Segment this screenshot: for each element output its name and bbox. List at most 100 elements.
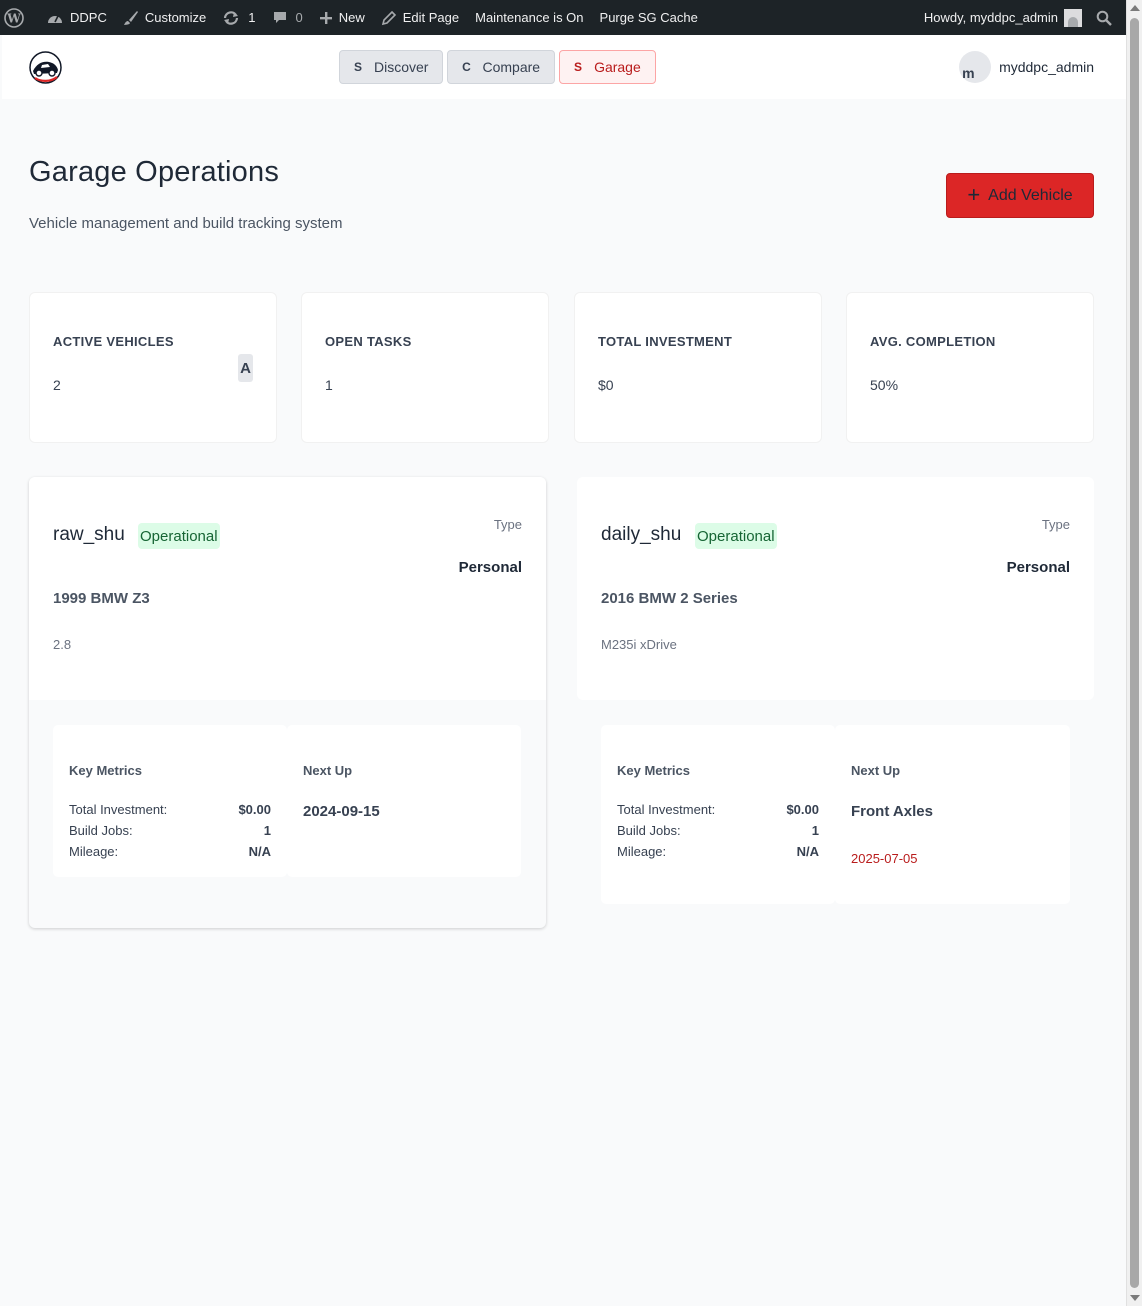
- metric-value: 1: [263, 823, 271, 838]
- vehicle-model: 2016 BMW 2 Series: [601, 590, 738, 607]
- purge-cache-label: Purge SG Cache: [599, 10, 698, 25]
- tab-compare[interactable]: C Compare: [447, 50, 556, 84]
- new-label: New: [338, 10, 365, 25]
- metric-row: Total Investment: $0.00: [617, 802, 819, 823]
- next-up-title: Next Up: [851, 763, 901, 778]
- scroll-down-arrow-icon[interactable]: [1130, 1295, 1140, 1301]
- paintbrush-icon: [123, 10, 138, 25]
- maintenance-link[interactable]: Maintenance is On: [467, 0, 591, 35]
- key-metrics-panel: Key Metrics Total Investment: $0.00 Build…: [53, 725, 287, 877]
- vehicle-type-label: Type: [1041, 517, 1070, 532]
- svg-text:W: W: [6, 11, 21, 25]
- plus-icon: [319, 11, 332, 24]
- stat-chip: A: [238, 354, 253, 382]
- stat-value: 1: [325, 377, 333, 393]
- vehicle-card-header: raw_shu Operational Type Personal 1999 B…: [29, 477, 546, 700]
- edit-page-link[interactable]: Edit Page: [373, 0, 467, 35]
- add-vehicle-button[interactable]: + Add Vehicle: [946, 173, 1094, 218]
- page-scrollbar[interactable]: [1126, 0, 1142, 1306]
- search-icon: [1096, 10, 1112, 26]
- next-up-panel: Next Up 2024-09-15: [287, 725, 521, 877]
- garage-tab-label: Garage: [594, 59, 641, 75]
- purge-cache-link[interactable]: Purge SG Cache: [592, 0, 706, 35]
- updates-icon: [224, 10, 239, 25]
- status-badge: Operational: [138, 523, 220, 549]
- metric-label: Build Jobs:: [69, 823, 133, 838]
- customize-link[interactable]: Customize: [115, 0, 214, 35]
- key-metrics-list: Total Investment: $0.00 Build Jobs: 1 Mile…: [69, 802, 271, 865]
- updates-count: 1: [248, 10, 256, 25]
- vehicle-trim: M235i xDrive: [601, 637, 677, 652]
- metric-label: Total Investment:: [69, 802, 168, 817]
- vehicle-name: raw_shu: [53, 524, 125, 545]
- username: myddpc_admin: [999, 59, 1094, 75]
- updates-link[interactable]: 1: [214, 0, 263, 35]
- site-name-link[interactable]: DDPC: [38, 0, 115, 35]
- user-menu[interactable]: m myddpc_admin: [959, 51, 1094, 83]
- stat-value: $0: [598, 377, 614, 393]
- wp-admin-bar: W DDPC Customize 1 0 New Edit Page Maint…: [0, 0, 1142, 35]
- vehicle-trim: 2.8: [53, 637, 72, 652]
- compare-tab-badge: C: [462, 60, 471, 74]
- key-metrics-title: Key Metrics: [617, 763, 690, 778]
- comments-count: 0: [295, 10, 303, 25]
- stat-label: ACTIVE VEHICLES: [53, 334, 174, 349]
- discover-tab-label: Discover: [374, 59, 429, 75]
- metric-label: Mileage:: [617, 844, 667, 859]
- page-title: Garage Operations: [29, 156, 280, 188]
- user-avatar: m: [959, 51, 992, 83]
- tab-discover[interactable]: S Discover: [339, 50, 444, 84]
- metric-value: N/A: [248, 844, 271, 859]
- my-account-link[interactable]: Howdy, myddpc_admin: [916, 0, 1088, 35]
- status-badge: Operational: [695, 523, 777, 549]
- app-logo-icon[interactable]: [29, 51, 62, 84]
- metric-label: Total Investment:: [617, 802, 716, 817]
- metric-row: Mileage: N/A: [69, 844, 271, 865]
- dashboard-gauge-icon: [48, 15, 62, 23]
- vehicle-card-daily-shu[interactable]: daily_shu Operational Type Personal 2016…: [577, 477, 1094, 700]
- metric-value: $0.00: [786, 802, 819, 817]
- howdy-label: Howdy, myddpc_admin: [923, 10, 1058, 25]
- stat-label: OPEN TASKS: [325, 334, 412, 349]
- site-name: DDPC: [70, 10, 107, 25]
- metric-value: 1: [811, 823, 819, 838]
- metric-row: Total Investment: $0.00: [69, 802, 271, 823]
- next-up-title: Next Up: [303, 763, 353, 778]
- vehicle-model: 1999 BMW Z3: [53, 590, 150, 607]
- scroll-up-arrow-icon[interactable]: [1130, 5, 1140, 11]
- main-nav: S Discover C Compare S Garage: [339, 50, 656, 84]
- vehicle-card-raw-shu[interactable]: raw_shu Operational Type Personal 1999 B…: [29, 477, 546, 928]
- compare-tab-label: Compare: [482, 59, 541, 75]
- stat-value: 50%: [870, 377, 899, 393]
- app-header: S Discover C Compare S Garage m myddpc_a…: [2, 35, 1126, 99]
- metric-label: Build Jobs:: [617, 823, 681, 838]
- vehicle-type: Personal: [1006, 559, 1070, 576]
- metric-value: N/A: [796, 844, 819, 859]
- customize-label: Customize: [144, 10, 207, 25]
- discover-tab-badge: S: [353, 60, 362, 74]
- stat-card-total-investment: TOTAL INVESTMENT $0: [574, 292, 822, 443]
- next-up-item: Front Axles: [851, 803, 933, 820]
- wordpress-logo-button[interactable]: W: [0, 0, 38, 35]
- pencil-icon: [381, 10, 396, 25]
- new-content-link[interactable]: New: [311, 0, 373, 35]
- stat-label: AVG. COMPLETION: [870, 334, 996, 349]
- plus-icon: +: [967, 181, 981, 207]
- key-metrics-list: Total Investment: $0.00 Build Jobs: 1 Mile…: [617, 802, 819, 865]
- next-up-date: 2025-07-05: [851, 851, 918, 866]
- comments-link[interactable]: 0: [264, 0, 311, 35]
- vehicle-type: Personal: [458, 559, 522, 576]
- page-subtitle: Vehicle management and build tracking sy…: [29, 215, 343, 232]
- metric-row: Build Jobs: 1: [69, 823, 271, 844]
- stat-card-open-tasks: OPEN TASKS 1: [301, 292, 549, 443]
- comment-icon: [273, 11, 286, 23]
- edit-page-label: Edit Page: [402, 10, 460, 25]
- admin-avatar-icon: [1064, 8, 1082, 27]
- tab-garage[interactable]: S Garage: [559, 50, 656, 84]
- add-vehicle-label: Add Vehicle: [988, 186, 1073, 204]
- key-metrics-title: Key Metrics: [69, 763, 142, 778]
- garage-tab-badge: S: [574, 60, 583, 74]
- next-up-item: 2024-09-15: [303, 803, 380, 820]
- scrollbar-thumb[interactable]: [1130, 18, 1139, 1288]
- stat-card-avg-completion: AVG. COMPLETION 50%: [846, 292, 1094, 443]
